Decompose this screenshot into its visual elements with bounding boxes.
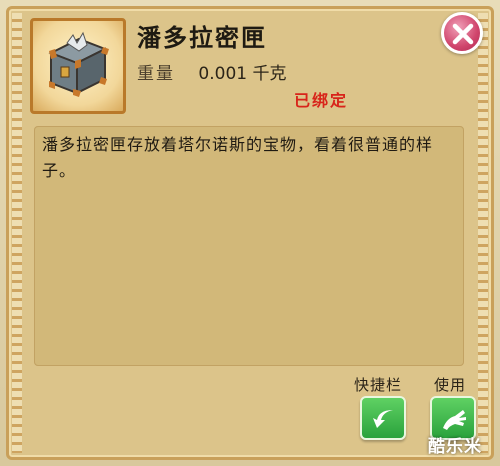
arrow-left-icon [373, 410, 393, 428]
hand-use-icon [443, 410, 466, 430]
panel-border-decoration-right [478, 13, 488, 453]
close-x-icon [452, 23, 474, 45]
item-weight: 重量 0.001 千克 [137, 59, 286, 84]
shortcut-button[interactable] [360, 396, 406, 440]
close-button[interactable] [441, 12, 483, 54]
shortcut-label: 快捷栏 [354, 376, 403, 394]
panel-border-decoration-left [12, 13, 22, 453]
item-icon-frame [30, 18, 126, 114]
treasure-chest-icon [48, 31, 109, 97]
weight-value: 0.001 千克 [198, 64, 287, 84]
item-description: 潘多拉密匣存放着塔尔诺斯的宝物，看着很普通的样子。 [42, 135, 434, 180]
weight-label: 重量 [137, 64, 175, 84]
item-name: 潘多拉密匣 [137, 24, 267, 52]
bound-status: 已绑定 [294, 91, 349, 110]
watermark-logo: 酷乐米 [428, 437, 482, 457]
use-label: 使用 [434, 376, 467, 394]
